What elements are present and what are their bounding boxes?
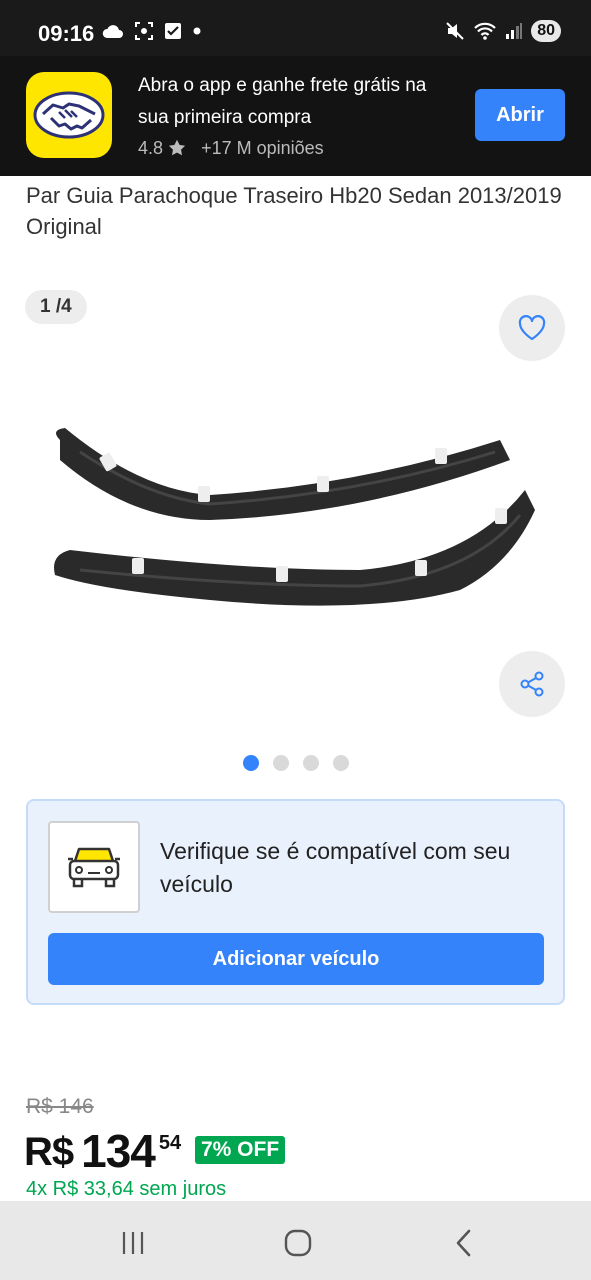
status-icons-right: 80 [445, 20, 561, 42]
app-install-banner[interactable]: Abra o app e ganhe frete grátis na sua p… [0, 56, 591, 176]
current-price: R$ 134 54 [24, 1124, 181, 1178]
original-price: R$ 146 [26, 1095, 94, 1118]
home-icon[interactable] [280, 1225, 316, 1261]
app-logo [26, 72, 112, 158]
carousel-dot-1[interactable] [243, 755, 259, 771]
system-nav-bar [0, 1201, 591, 1280]
compatibility-card: Verifique se é compatível com seu veícul… [26, 799, 565, 1005]
dot-icon [193, 27, 201, 35]
carousel-dot-3[interactable] [303, 755, 319, 771]
carousel-dot-2[interactable] [273, 755, 289, 771]
car-icon [68, 847, 120, 888]
price-cents: 54 [158, 1132, 182, 1154]
status-time: 09:16 [38, 21, 95, 46]
banner-rating: 4.8 +17 M opiniões [138, 138, 324, 159]
back-icon[interactable] [446, 1225, 482, 1261]
add-vehicle-button[interactable]: Adicionar veículo [48, 933, 544, 985]
screenshot-icon [135, 22, 153, 40]
discount-badge: 7% OFF [195, 1136, 286, 1164]
compatibility-text: Verifique se é compatível com seu veícul… [160, 838, 511, 897]
price-currency: R$ [24, 1130, 74, 1174]
banner-message: Abra o app e ganhe frete grátis na sua p… [138, 75, 427, 128]
price-integer: 134 [81, 1125, 156, 1177]
heart-icon [518, 315, 546, 341]
image-counter: 1 /4 [25, 290, 87, 324]
product-image[interactable] [40, 390, 550, 630]
installments-text[interactable]: 4x R$ 33,64 sem juros [26, 1178, 226, 1201]
wifi-icon [474, 22, 496, 40]
cloud-icon [102, 25, 123, 38]
rating-value: 4.8 [138, 138, 164, 158]
product-title: Par Guia Parachoque Traseiro Hb20 Sedan … [26, 183, 562, 239]
status-icons-left [102, 21, 202, 41]
open-app-button[interactable]: Abrir [475, 89, 565, 141]
status-bar: 09:16 80 [0, 0, 591, 56]
mute-icon [446, 22, 464, 40]
star-icon [168, 139, 186, 156]
review-count: +17 M opiniões [201, 138, 324, 158]
share-icon [520, 671, 544, 697]
carousel-dots [243, 755, 349, 771]
recent-apps-icon[interactable] [115, 1225, 151, 1261]
share-button[interactable] [499, 651, 565, 717]
signal-icon [506, 23, 523, 39]
car-icon-box [48, 821, 140, 913]
bumper-guide-upper [56, 428, 510, 520]
carousel-dot-4[interactable] [333, 755, 349, 771]
handshake-icon [33, 91, 105, 139]
check-icon [165, 23, 181, 39]
battery-level: 80 [531, 20, 561, 42]
favorite-button[interactable] [499, 295, 565, 361]
